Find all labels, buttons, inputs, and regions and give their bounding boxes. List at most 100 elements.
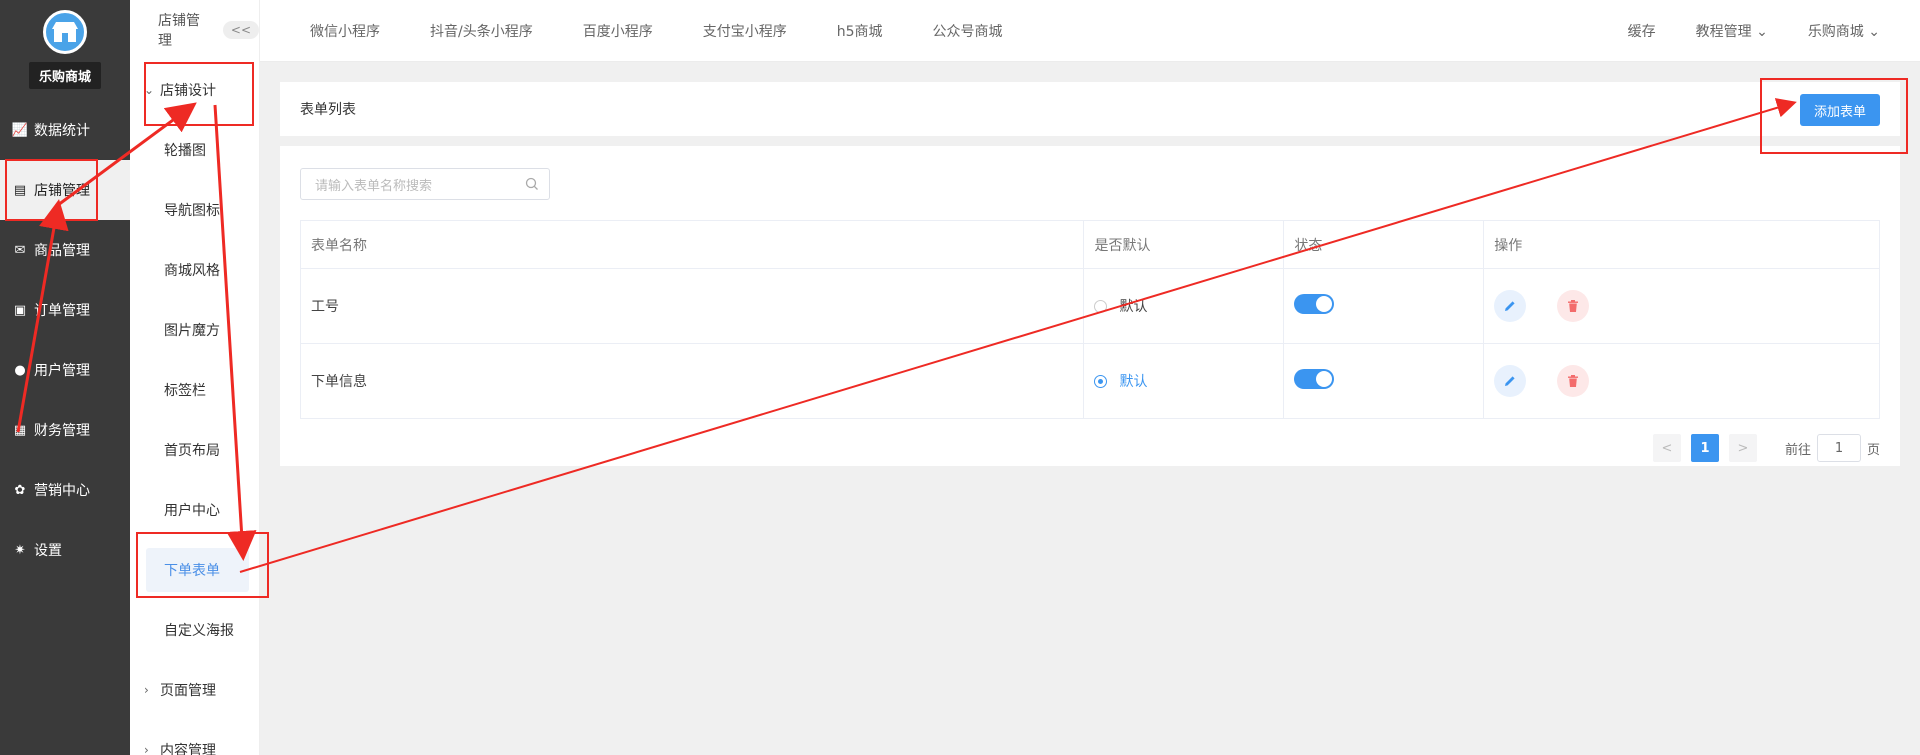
tab-alipay[interactable]: 支付宝小程序	[703, 21, 787, 41]
sidebar-item-label: 店铺管理	[34, 183, 90, 199]
delete-button[interactable]	[1556, 290, 1589, 322]
submenu-item-image-cube[interactable]: 图片魔方	[130, 300, 259, 360]
sidebar-item-label: 营销中心	[34, 483, 90, 499]
user-icon: ●	[14, 362, 26, 378]
sidebar-item-goods[interactable]: ✉ 商品管理	[0, 220, 130, 280]
submenu-item-tab-bar[interactable]: 标签栏	[130, 360, 259, 420]
tutorial-label: 教程管理	[1695, 23, 1752, 40]
pencil-icon	[1505, 376, 1515, 386]
prev-page-button[interactable]: <	[1652, 434, 1681, 462]
edit-button[interactable]	[1494, 365, 1527, 397]
store-menu[interactable]: 乐购商城 ⌄	[1808, 21, 1880, 41]
submenu-group-store-design[interactable]: ⌄ 店铺设计	[130, 60, 259, 120]
table-header-row: 表单名称 是否默认 状态 操作	[299, 220, 1880, 269]
edit-button[interactable]	[1494, 290, 1527, 322]
form-table: 表单名称 是否默认 状态 操作 工号 默认 下单信息 默认	[299, 220, 1880, 419]
page-number[interactable]: 1	[1690, 434, 1719, 462]
default-radio[interactable]: 默认	[1083, 268, 1285, 344]
next-page-button[interactable]: >	[1728, 434, 1757, 462]
submenu-item-user-center[interactable]: 用户中心	[130, 480, 259, 540]
tab-wechat[interactable]: 微信小程序	[310, 21, 380, 41]
form-list-header: 表单列表 添加表单	[280, 82, 1900, 136]
chevron-right-icon: ›	[144, 743, 149, 755]
submenu-group-pages[interactable]: › 页面管理	[130, 660, 259, 720]
sidebar-item-finance[interactable]: ▦ 财务管理	[0, 400, 130, 460]
actions-cell	[1483, 268, 1880, 344]
col-header-actions: 操作	[1483, 220, 1880, 269]
trash-icon	[1567, 375, 1578, 387]
bag-icon: ✉	[14, 242, 26, 258]
chart-icon: 📈	[11, 122, 29, 138]
sidebar-item-label: 用户管理	[34, 363, 90, 379]
goto-label: 前往	[1784, 442, 1811, 458]
pencil-icon	[1505, 301, 1515, 311]
submenu-item-custom-poster[interactable]: 自定义海报	[130, 600, 259, 660]
brand-name: 乐购商城	[28, 62, 101, 89]
add-form-button[interactable]: 添加表单	[1800, 94, 1880, 126]
sidebar-item-store[interactable]: ▤ 店铺管理	[0, 160, 130, 220]
page-title: 表单列表	[300, 102, 356, 118]
sidebar-item-marketing[interactable]: ✿ 营销中心	[0, 460, 130, 520]
chevron-down-icon: ⌄	[1868, 23, 1880, 40]
tab-baidu[interactable]: 百度小程序	[583, 21, 653, 41]
radio-label: 默认	[1119, 374, 1148, 390]
sidebar-item-label: 财务管理	[34, 423, 90, 439]
sub-menu: 店铺管理 << ⌄ 店铺设计 轮播图 导航图标 商城风格 图片魔方 标签栏 首页布…	[130, 0, 260, 755]
table-row: 工号 默认	[299, 268, 1880, 344]
gear-icon: ✷	[14, 542, 26, 558]
status-toggle[interactable]	[1294, 294, 1335, 314]
sidebar-item-orders[interactable]: ▣ 订单管理	[0, 280, 130, 340]
sidebar-item-label: 数据统计	[34, 123, 90, 139]
form-list-card: 请输入表单名称搜索 表单名称 是否默认 状态 操作 工号 默认 下单信息 默认	[280, 146, 1900, 466]
trash-icon	[1567, 300, 1578, 312]
tab-h5[interactable]: h5商城	[837, 21, 883, 41]
sidebar-item-stats[interactable]: 📈 数据统计	[0, 100, 130, 160]
default-radio[interactable]: 默认	[1083, 343, 1285, 419]
submenu-item-carousel[interactable]: 轮播图	[130, 120, 259, 180]
chevron-down-icon: ⌄	[144, 83, 155, 97]
tab-official-account[interactable]: 公众号商城	[933, 21, 1003, 41]
submenu-title: 店铺管理	[158, 13, 200, 49]
store-menu-label: 乐购商城	[1807, 23, 1864, 40]
clipboard-icon: ▣	[13, 302, 27, 318]
radio-label: 默认	[1119, 299, 1148, 315]
search-icon[interactable]	[525, 177, 539, 191]
radio-icon[interactable]	[1094, 299, 1108, 313]
wallet-icon: ▦	[13, 422, 27, 438]
form-name: 下单信息	[299, 343, 1085, 419]
top-nav: 微信小程序 抖音/头条小程序 百度小程序 支付宝小程序 h5商城 公众号商城 缓…	[260, 0, 1920, 62]
sidebar-item-label: 订单管理	[34, 303, 90, 319]
top-nav-right: 缓存 教程管理 ⌄ 乐购商城 ⌄	[1588, 21, 1920, 41]
submenu-item-store-style[interactable]: 商城风格	[130, 240, 259, 300]
pagination: < 1 > 前往 1 页	[1643, 434, 1880, 462]
submenu-item-nav-icons[interactable]: 导航图标	[130, 180, 259, 240]
status-cell	[1283, 268, 1485, 344]
submenu-item-order-form[interactable]: 下单表单	[146, 548, 249, 592]
radio-icon[interactable]	[1094, 374, 1108, 388]
submenu-group-content[interactable]: › 内容管理	[130, 720, 259, 755]
delete-button[interactable]	[1556, 365, 1589, 397]
store-icon: ▤	[13, 182, 27, 198]
submenu-group-label: 店铺设计	[160, 83, 216, 99]
sidebar-item-settings[interactable]: ✷ 设置	[0, 520, 130, 580]
cache-link[interactable]: 缓存	[1628, 21, 1656, 41]
brand: 乐购商城	[0, 0, 130, 100]
actions-cell	[1483, 343, 1880, 419]
submenu-group-label: 内容管理	[160, 743, 216, 755]
form-name: 工号	[299, 268, 1085, 344]
tutorial-menu[interactable]: 教程管理 ⌄	[1696, 21, 1768, 41]
sidebar-item-users[interactable]: ● 用户管理	[0, 340, 130, 400]
status-cell	[1283, 343, 1485, 419]
store-logo-icon[interactable]	[43, 10, 87, 54]
sidebar-item-label: 设置	[34, 543, 62, 559]
submenu-group-label: 页面管理	[160, 683, 216, 699]
submenu-item-home-layout[interactable]: 首页布局	[130, 420, 259, 480]
page-unit-label: 页	[1866, 442, 1880, 458]
tab-douyin[interactable]: 抖音/头条小程序	[430, 21, 533, 41]
status-toggle[interactable]	[1294, 369, 1335, 389]
col-header-default: 是否默认	[1083, 220, 1285, 269]
chevron-down-icon: ⌄	[1756, 23, 1768, 40]
page-jump-input[interactable]: 1	[1816, 434, 1861, 462]
collapse-button[interactable]: <<	[222, 21, 259, 39]
search-input[interactable]: 请输入表单名称搜索	[300, 168, 550, 200]
